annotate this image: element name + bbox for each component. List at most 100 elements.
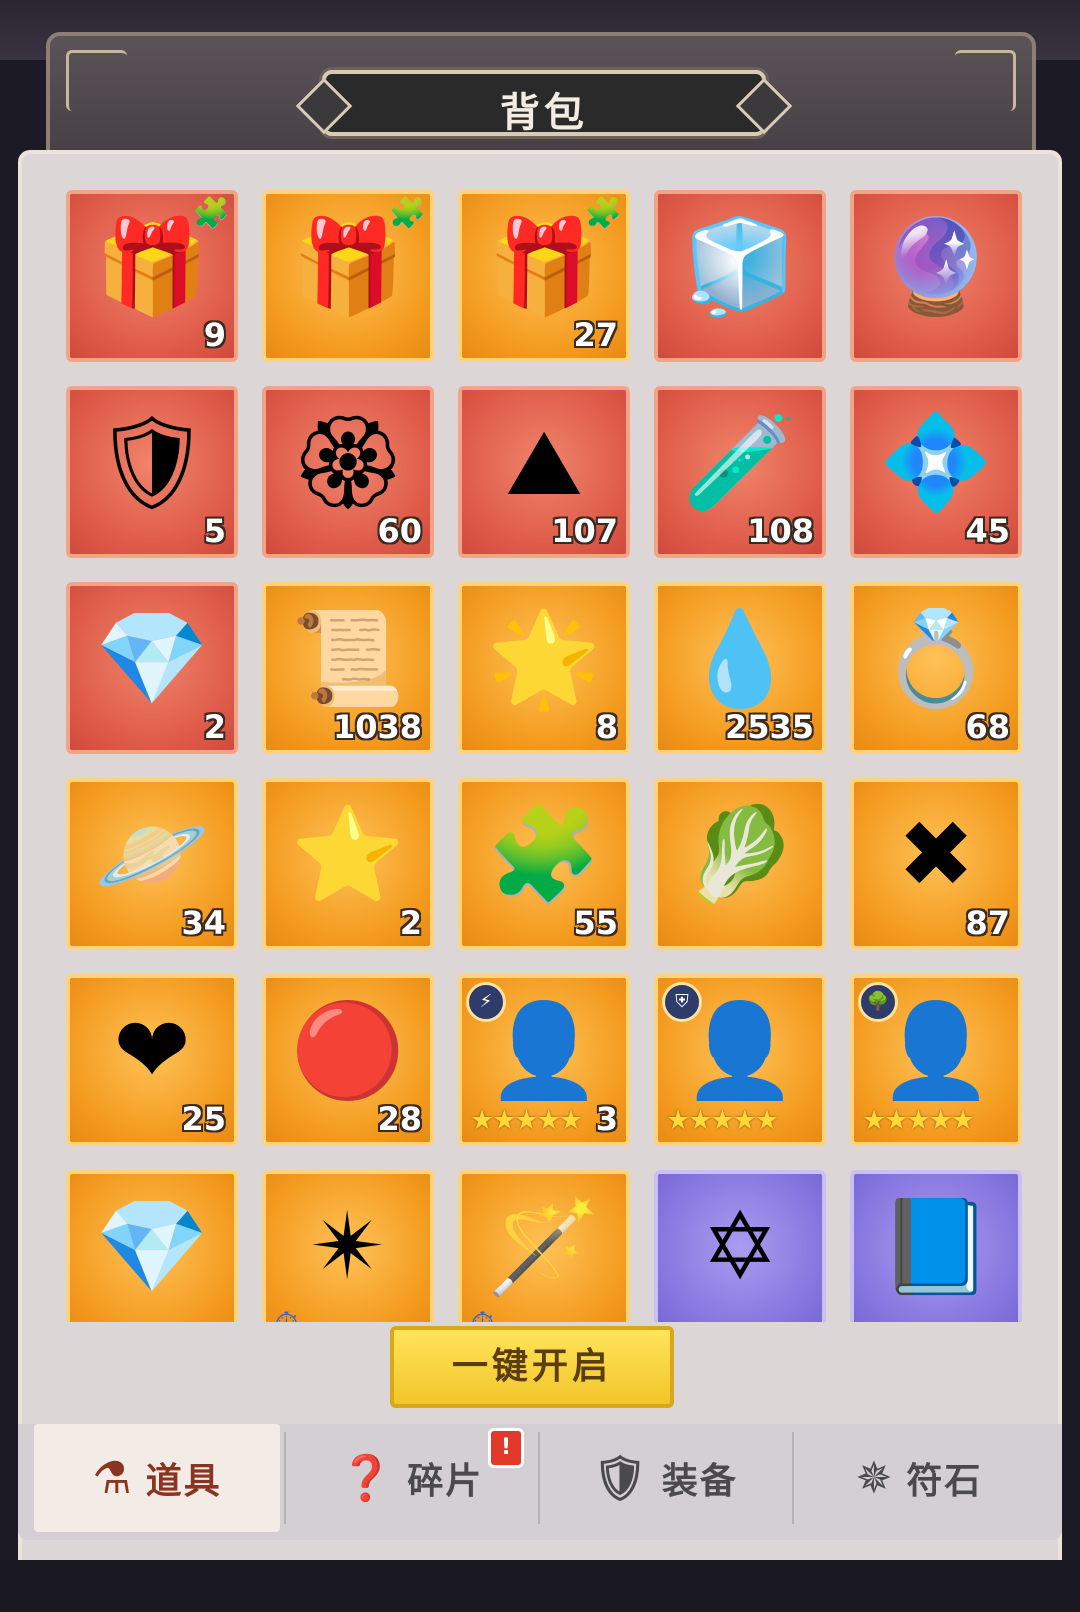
item-quantity: 5 xyxy=(203,512,226,550)
item-slot[interactable]: 🛡 5 xyxy=(66,386,238,558)
item-quantity: 9 xyxy=(203,316,226,354)
item-icon: 📜 xyxy=(290,605,406,712)
item-icon: 🥬 xyxy=(682,801,798,908)
item-slot[interactable]: 🏵 60 xyxy=(262,386,434,558)
item-slot[interactable]: ✖ 87 xyxy=(850,778,1022,950)
item-quantity: 2 xyxy=(203,708,226,746)
item-slot[interactable]: 🧪 108 xyxy=(654,386,826,558)
item-slot[interactable]: 📘 xyxy=(850,1170,1022,1322)
item-icon: 🪐 xyxy=(94,801,210,908)
inventory-scroll-area[interactable]: 🎁 🧩 9 🎁 🧩 🎁 🧩 27 🧊 🔮 🛡 5 🏵 60 ⛰ 107 🧪 108 💠 45 💎 2 📜 1038 🌟 8 💧 253… xyxy=(46,182,1046,1322)
item-slot[interactable]: ❤ 25 xyxy=(66,974,238,1146)
item-slot[interactable]: 🔮 xyxy=(850,190,1022,362)
tab-0[interactable]: ⚗ 道具 xyxy=(34,1424,280,1532)
item-quantity: 68 xyxy=(965,708,1010,746)
item-slot[interactable]: ✡ xyxy=(654,1170,826,1322)
puzzle-piece-icon: 🧩 xyxy=(192,196,230,231)
tab-label: 道具 xyxy=(145,1461,222,1502)
item-slot[interactable]: 🎁 🧩 9 xyxy=(66,190,238,362)
star-rating: ★★★★★ xyxy=(666,1105,779,1136)
timer-icon: ⏱ xyxy=(470,1305,495,1322)
item-slot[interactable]: 👤 ⛨ ★★★★★ xyxy=(654,974,826,1146)
item-slot[interactable]: 👤 ⚡ ★★★★★ 3 xyxy=(458,974,630,1146)
tab-2[interactable]: 🛡 装备 xyxy=(542,1424,788,1532)
tab-divider xyxy=(284,1432,286,1524)
item-icon: 🧊 xyxy=(682,213,798,320)
inventory-panel: 🎁 🧩 9 🎁 🧩 🎁 🧩 27 🧊 🔮 🛡 5 🏵 60 ⛰ 107 🧪 108 💠 45 💎 2 📜 1038 🌟 8 💧 253… xyxy=(18,150,1062,1595)
item-slot[interactable]: 🧊 xyxy=(654,190,826,362)
item-icon: ✡ xyxy=(701,1193,779,1300)
item-icon: 💎 xyxy=(94,605,210,712)
tab-icon: ✵ xyxy=(855,1452,895,1504)
alert-badge-icon: ! xyxy=(488,1428,524,1468)
tab-label: 碎片 xyxy=(407,1461,484,1502)
item-slot[interactable]: 🌟 8 xyxy=(458,582,630,754)
item-quantity: 25 xyxy=(181,1100,226,1138)
item-slot[interactable]: 🧩 55 xyxy=(458,778,630,950)
item-icon: 🏵 xyxy=(289,409,407,516)
item-slot[interactable]: 💎 xyxy=(66,1170,238,1322)
item-quantity: 87 xyxy=(965,904,1010,942)
timer-icon: ⏱ xyxy=(274,1305,299,1322)
item-icon: 🧪 xyxy=(682,409,798,516)
item-quantity: 3 xyxy=(595,1100,618,1138)
faction-badge-icon: ⛨ xyxy=(662,982,702,1022)
item-quantity: 2535 xyxy=(724,708,814,746)
tab-label: 符石 xyxy=(906,1461,983,1502)
page-title: 背包 xyxy=(500,90,588,136)
item-slot[interactable]: 🪄⏱ xyxy=(458,1170,630,1322)
puzzle-piece-icon: 🧩 xyxy=(584,196,622,231)
open-all-button[interactable]: 一键开启 xyxy=(390,1326,674,1408)
item-slot[interactable]: 🥬 xyxy=(654,778,826,950)
tab-icon: 🛡 xyxy=(592,1453,650,1504)
item-quantity: 1038 xyxy=(332,708,422,746)
item-icon: ⭐ xyxy=(290,801,406,908)
item-icon: 🌟 xyxy=(486,605,602,712)
frame-corner-ornament xyxy=(66,50,127,111)
item-icon: 📘 xyxy=(878,1193,994,1300)
item-slot[interactable]: ⛰ 107 xyxy=(458,386,630,558)
item-slot[interactable]: 🎁 🧩 xyxy=(262,190,434,362)
item-icon: 🔮 xyxy=(878,213,994,320)
tab-icon: ❓ xyxy=(338,1453,396,1504)
item-icon: 💠 xyxy=(878,409,994,516)
item-icon: ❤ xyxy=(113,997,191,1104)
item-quantity: 55 xyxy=(573,904,618,942)
item-quantity: 28 xyxy=(377,1100,422,1138)
item-icon: 🧩 xyxy=(486,801,602,908)
tab-label: 装备 xyxy=(661,1461,738,1502)
faction-badge-icon: 🌳 xyxy=(858,982,898,1022)
item-slot[interactable]: 🪐 34 xyxy=(66,778,238,950)
faction-badge-icon: ⚡ xyxy=(466,982,506,1022)
tab-icon: ⚗ xyxy=(92,1452,134,1504)
star-rating: ★★★★★ xyxy=(862,1105,975,1136)
item-slot[interactable]: 👤 🌳 ★★★★★ xyxy=(850,974,1022,1146)
item-slot[interactable]: 💠 45 xyxy=(850,386,1022,558)
item-slot[interactable]: 📜 1038 xyxy=(262,582,434,754)
item-icon: 💎 xyxy=(94,1193,210,1300)
item-quantity: 45 xyxy=(965,512,1010,550)
puzzle-piece-icon: 🧩 xyxy=(388,196,426,231)
item-slot[interactable]: 💧 2535 xyxy=(654,582,826,754)
tab-divider xyxy=(538,1432,540,1524)
item-quantity: 8 xyxy=(595,708,618,746)
item-icon: ✖ xyxy=(897,801,975,908)
item-icon: 💍 xyxy=(878,605,994,712)
item-slot[interactable]: 🔴 28 xyxy=(262,974,434,1146)
item-quantity: 2 xyxy=(399,904,422,942)
item-slot[interactable]: 🎁 🧩 27 xyxy=(458,190,630,362)
item-slot[interactable]: ✴⏱ xyxy=(262,1170,434,1322)
tab-3[interactable]: ✵ 符石 xyxy=(796,1424,1042,1532)
item-icon: 🔴 xyxy=(290,997,406,1104)
item-icon: ✴ xyxy=(309,1193,387,1300)
bottom-strip xyxy=(0,1560,1080,1612)
item-quantity: 60 xyxy=(377,512,422,550)
item-quantity: 107 xyxy=(551,512,618,550)
item-icon: ⛰ xyxy=(505,409,583,516)
item-slot[interactable]: 💍 68 xyxy=(850,582,1022,754)
item-slot[interactable]: ⭐ 2 xyxy=(262,778,434,950)
item-quantity: 27 xyxy=(573,316,618,354)
item-slot[interactable]: 💎 2 xyxy=(66,582,238,754)
tab-bar: ⚗ 道具 ❓ 碎片! 🛡 装备 ✵ 符石 xyxy=(18,1424,1062,1540)
title-plate: 背包 xyxy=(295,70,793,136)
